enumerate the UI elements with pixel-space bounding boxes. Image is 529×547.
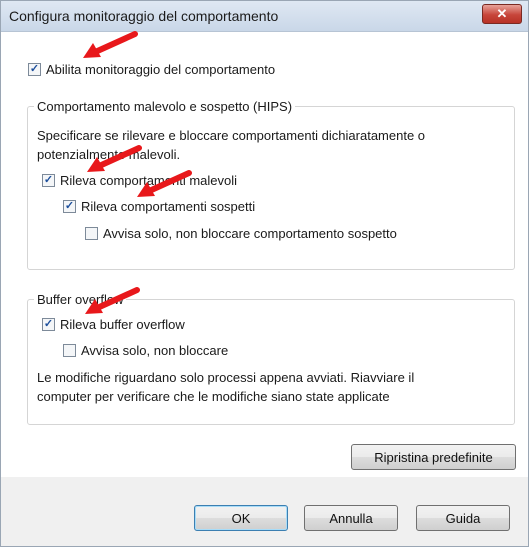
- red-arrow-annotation: [137, 170, 192, 197]
- checkmark-icon: ✓: [42, 318, 55, 331]
- enable-monitoring-checkbox[interactable]: ✓ Abilita monitoraggio del comportamento: [28, 62, 275, 77]
- red-arrow-annotation: [85, 287, 140, 314]
- checkmark-icon: ✓: [63, 200, 76, 213]
- detect-buffer-overflow-checkbox[interactable]: ✓ Rileva buffer overflow: [42, 317, 185, 332]
- empty-checkbox-icon: ✓: [85, 227, 98, 240]
- red-arrow-annotation: [87, 145, 142, 172]
- empty-checkbox-icon: ✓: [63, 344, 76, 357]
- button-footer: OK Annulla Guida: [1, 477, 528, 546]
- detect-suspicious-label: Rileva comportamenti sospetti: [81, 199, 256, 214]
- enable-monitoring-label: Abilita monitoraggio del comportamento: [46, 62, 276, 77]
- title-bar: Configura monitoraggio del comportamento…: [1, 1, 528, 32]
- warn-only-suspicious-label: Avvisa solo, non bloccare comportamento …: [103, 226, 397, 241]
- restore-defaults-button[interactable]: Ripristina predefinite: [351, 444, 516, 470]
- ok-button[interactable]: OK: [194, 505, 288, 531]
- hips-group-legend: Comportamento malevolo e sospetto (HIPS): [34, 99, 296, 114]
- buffer-note-line1: Le modifiche riguardano solo processi ap…: [37, 370, 415, 385]
- dialog-window: Configura monitoraggio del comportamento…: [0, 0, 529, 547]
- detect-buffer-overflow-label: Rileva buffer overflow: [60, 317, 185, 332]
- close-button[interactable]: ✕: [482, 4, 522, 24]
- buffer-note-line2: computer per verificare che le modifiche…: [37, 389, 390, 404]
- help-button[interactable]: Guida: [416, 505, 510, 531]
- window-title: Configura monitoraggio del comportamento: [9, 8, 279, 24]
- red-arrow-annotation: [83, 31, 138, 58]
- checkmark-icon: ✓: [28, 63, 41, 76]
- cancel-button[interactable]: Annulla: [304, 505, 398, 531]
- hips-description-line1: Specificare se rilevare e bloccare compo…: [37, 128, 426, 143]
- warn-only-buffer-label: Avvisa solo, non bloccare: [81, 343, 229, 358]
- dialog-content: ✓ Abilita monitoraggio del comportamento…: [1, 32, 528, 477]
- close-icon: ✕: [496, 6, 508, 21]
- warn-only-buffer-checkbox[interactable]: ✓ Avvisa solo, non bloccare: [63, 343, 228, 358]
- detect-suspicious-checkbox[interactable]: ✓ Rileva comportamenti sospetti: [63, 199, 255, 214]
- warn-only-suspicious-checkbox[interactable]: ✓ Avvisa solo, non bloccare comportament…: [85, 226, 397, 241]
- buffer-note: Le modifiche riguardano solo processi ap…: [37, 368, 414, 406]
- checkmark-icon: ✓: [42, 174, 55, 187]
